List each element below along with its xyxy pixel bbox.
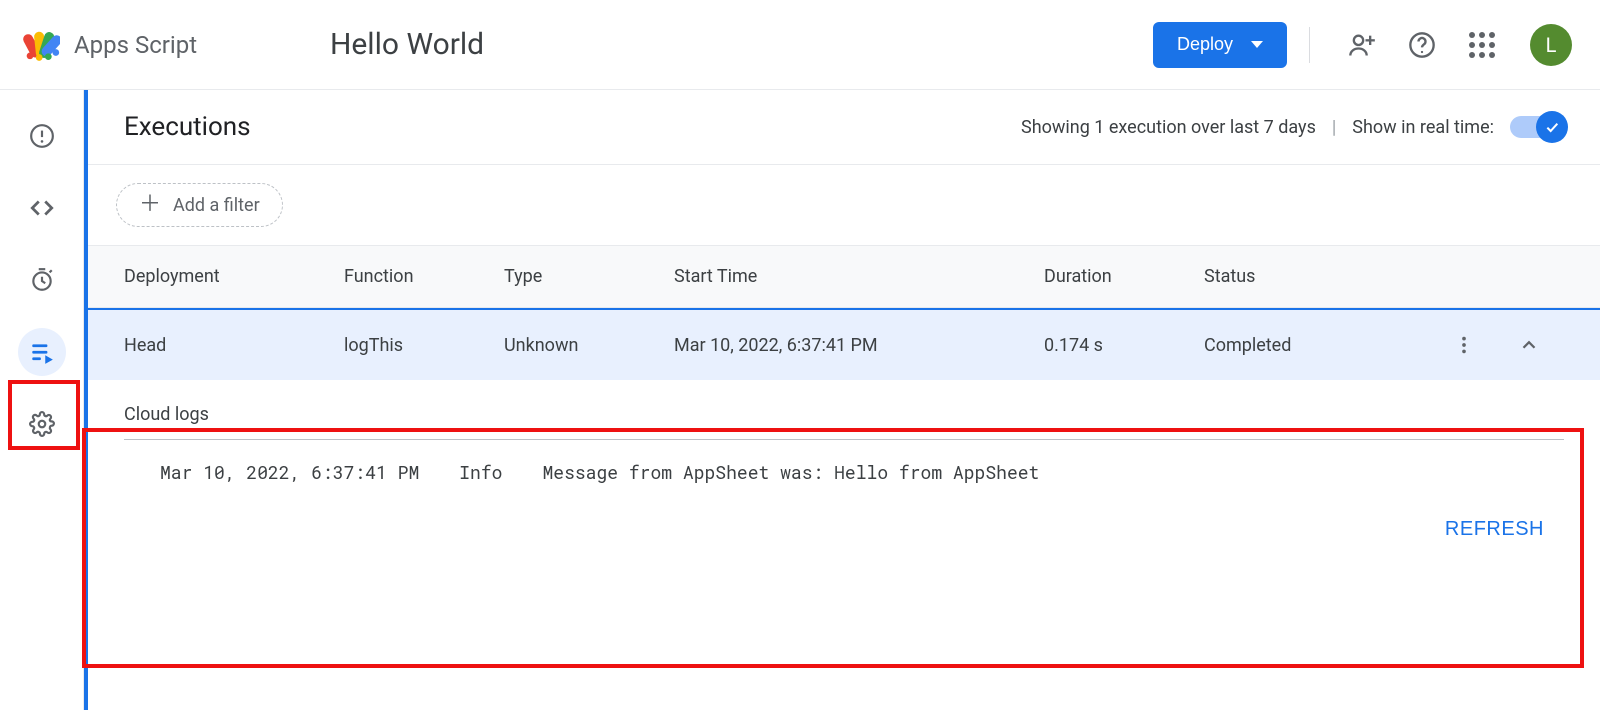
refresh-button[interactable]: REFRESH <box>1445 518 1544 541</box>
logs-panel: Cloud logs Mar 10, 2022, 6:37:41 PM Info… <box>88 380 1600 490</box>
sidebar-item-editor[interactable] <box>18 184 66 232</box>
table-header: Deployment Function Type Start Time Dura… <box>88 246 1600 308</box>
col-deployment: Deployment <box>124 266 344 287</box>
log-level: Info <box>459 460 502 484</box>
executions-status: Showing 1 execution over last 7 days | S… <box>1021 116 1564 138</box>
dropdown-triangle-icon <box>1251 41 1263 48</box>
col-duration: Duration <box>1044 266 1204 287</box>
logo-group: Apps Script <box>20 25 310 65</box>
header: Apps Script Hello World Deploy L <box>0 0 1600 90</box>
toggle-knob-on <box>1536 111 1568 143</box>
plus-icon: ＋ <box>139 194 161 216</box>
sidebar-item-triggers[interactable] <box>18 256 66 304</box>
deploy-label: Deploy <box>1177 34 1233 55</box>
cell-type: Unknown <box>504 335 674 356</box>
cell-function: logThis <box>344 335 504 356</box>
log-entry: Mar 10, 2022, 6:37:41 PM Info Message fr… <box>124 454 1564 490</box>
apps-grid-icon <box>1469 32 1495 58</box>
table-row[interactable]: Head logThis Unknown Mar 10, 2022, 6:37:… <box>88 308 1600 380</box>
log-message: Message from AppSheet was: Hello from Ap… <box>542 460 1039 484</box>
apps-script-logo-icon <box>20 25 60 65</box>
main-content: Executions Showing 1 execution over last… <box>84 90 1600 710</box>
share-button[interactable] <box>1340 23 1384 67</box>
sidebar-item-overview[interactable] <box>18 112 66 160</box>
divider <box>1309 27 1310 63</box>
help-button[interactable] <box>1400 23 1444 67</box>
sidebar-item-settings[interactable] <box>18 400 66 448</box>
realtime-label: Show in real time: <box>1352 117 1494 138</box>
add-filter-label: Add a filter <box>173 195 260 216</box>
cell-duration: 0.174 s <box>1044 335 1204 356</box>
refresh-row: REFRESH <box>88 490 1600 541</box>
executions-header: Executions Showing 1 execution over last… <box>88 90 1600 165</box>
cell-status: Completed <box>1204 335 1424 356</box>
filter-bar: ＋ Add a filter <box>88 165 1600 246</box>
col-status: Status <box>1204 266 1424 287</box>
sidebar-item-executions[interactable] <box>18 328 66 376</box>
sidebar <box>0 90 84 710</box>
logs-title: Cloud logs <box>124 404 1564 425</box>
cell-start-time: Mar 10, 2022, 6:37:41 PM <box>674 335 1044 356</box>
realtime-toggle[interactable] <box>1510 116 1564 138</box>
log-timestamp: Mar 10, 2022, 6:37:41 PM <box>160 460 419 484</box>
executions-table: Deployment Function Type Start Time Dura… <box>88 246 1600 541</box>
col-function: Function <box>344 266 504 287</box>
add-filter-button[interactable]: ＋ Add a filter <box>116 183 283 227</box>
col-type: Type <box>504 266 674 287</box>
executions-count-text: Showing 1 execution over last 7 days <box>1021 117 1316 138</box>
cell-deployment: Head <box>124 335 344 356</box>
account-avatar[interactable]: L <box>1530 24 1572 66</box>
product-name: Apps Script <box>74 31 197 59</box>
col-start-time: Start Time <box>674 266 1044 287</box>
deploy-button[interactable]: Deploy <box>1153 22 1287 68</box>
divider <box>124 439 1564 440</box>
row-collapse-button[interactable] <box>1504 334 1554 356</box>
apps-grid-button[interactable] <box>1460 23 1504 67</box>
divider: | <box>1332 117 1336 138</box>
page-title: Executions <box>124 112 251 142</box>
project-title[interactable]: Hello World <box>330 27 484 62</box>
row-more-button[interactable] <box>1424 334 1504 356</box>
